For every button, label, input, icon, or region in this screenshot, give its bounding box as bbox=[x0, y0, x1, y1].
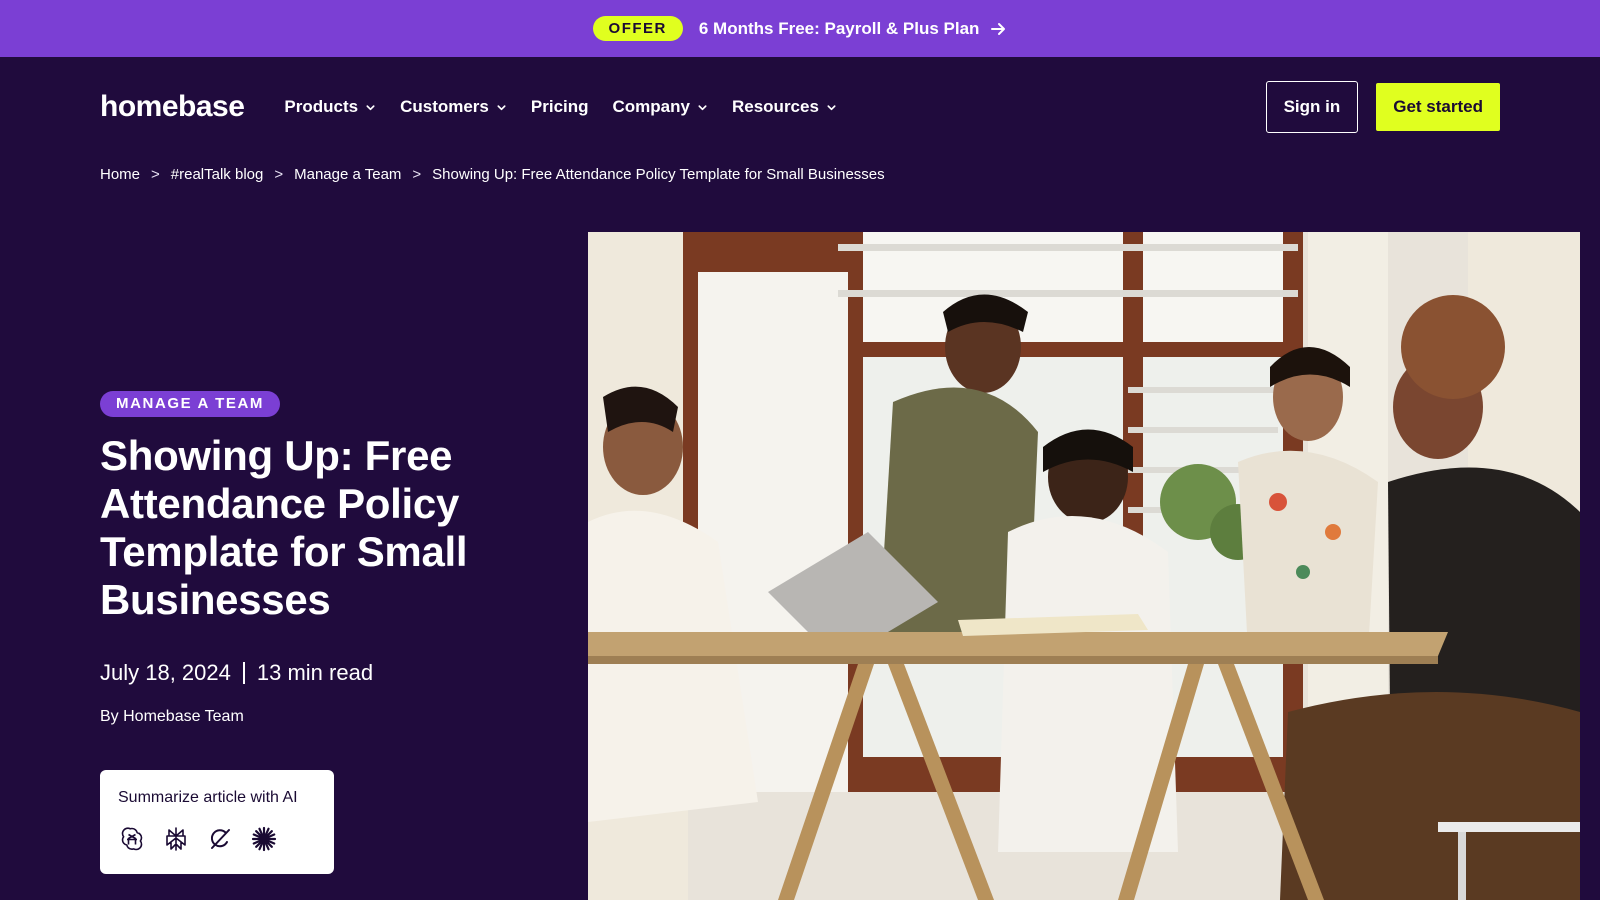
nav-products[interactable]: Products bbox=[284, 97, 376, 117]
nav-resources-label: Resources bbox=[731, 97, 819, 116]
grok-icon[interactable] bbox=[206, 825, 234, 853]
ai-icons bbox=[118, 825, 316, 853]
article-author: By Homebase Team bbox=[100, 708, 244, 725]
claude-icon[interactable] bbox=[250, 825, 278, 853]
nav-company[interactable]: Company bbox=[613, 97, 708, 117]
header-actions: Sign in Get started bbox=[1265, 81, 1500, 133]
hero-image bbox=[588, 232, 1580, 900]
breadcrumb-current: Showing Up: Free Attendance Policy Templ… bbox=[432, 166, 885, 183]
offer-badge: OFFER bbox=[592, 16, 683, 41]
homebase-logo[interactable]: homebase bbox=[100, 90, 245, 124]
site-header: homebase Products Customers Pricing Comp… bbox=[100, 57, 1500, 157]
ai-summary-card: Summarize article with AI bbox=[100, 770, 334, 874]
breadcrumb-manage-team[interactable]: Manage a Team bbox=[294, 166, 401, 183]
category-tag[interactable]: MANAGE A TEAM bbox=[100, 391, 281, 417]
nav-resources[interactable]: Resources bbox=[732, 97, 837, 117]
chatgpt-icon[interactable] bbox=[118, 825, 146, 853]
chevron-down-icon bbox=[698, 104, 707, 110]
nav-customers[interactable]: Customers bbox=[400, 97, 507, 117]
main-nav: Products Customers Pricing Company Resou… bbox=[284, 97, 837, 117]
breadcrumb: Home > #realTalk blog > Manage a Team > … bbox=[100, 166, 885, 183]
promo-text: 6 Months Free: Payroll & Plus Plan bbox=[698, 18, 980, 38]
chevron-down-icon bbox=[827, 104, 836, 110]
chevron-down-icon bbox=[366, 104, 375, 110]
breadcrumb-blog[interactable]: #realTalk blog bbox=[171, 166, 264, 183]
breadcrumb-separator: > bbox=[151, 166, 160, 183]
nav-products-label: Products bbox=[284, 97, 359, 116]
nav-company-label: Company bbox=[612, 97, 690, 116]
team-meeting-photo bbox=[588, 232, 1580, 900]
breadcrumb-separator: > bbox=[412, 166, 422, 183]
promo-banner: OFFER 6 Months Free: Payroll & Plus Plan bbox=[0, 0, 1600, 57]
perplexity-icon[interactable] bbox=[162, 825, 190, 853]
meta-divider bbox=[242, 662, 245, 684]
article-title: Showing Up: Free Attendance Policy Templ… bbox=[100, 432, 468, 623]
breadcrumb-separator: > bbox=[274, 166, 284, 183]
sign-in-button[interactable]: Sign in bbox=[1265, 81, 1359, 133]
read-time: 13 min read bbox=[256, 660, 374, 685]
ai-summary-title: Summarize article with AI bbox=[118, 789, 298, 806]
nav-pricing-label: Pricing bbox=[530, 97, 589, 116]
promo-link[interactable]: 6 Months Free: Payroll & Plus Plan bbox=[699, 19, 1008, 39]
nav-pricing[interactable]: Pricing bbox=[531, 97, 589, 117]
arrow-right-icon bbox=[991, 22, 1006, 35]
nav-customers-label: Customers bbox=[400, 97, 489, 116]
article-meta: July 18, 2024 13 min read bbox=[100, 660, 373, 686]
breadcrumb-home[interactable]: Home bbox=[100, 166, 140, 183]
chevron-down-icon bbox=[497, 104, 506, 110]
publish-date: July 18, 2024 bbox=[100, 660, 231, 685]
get-started-button[interactable]: Get started bbox=[1376, 83, 1500, 131]
